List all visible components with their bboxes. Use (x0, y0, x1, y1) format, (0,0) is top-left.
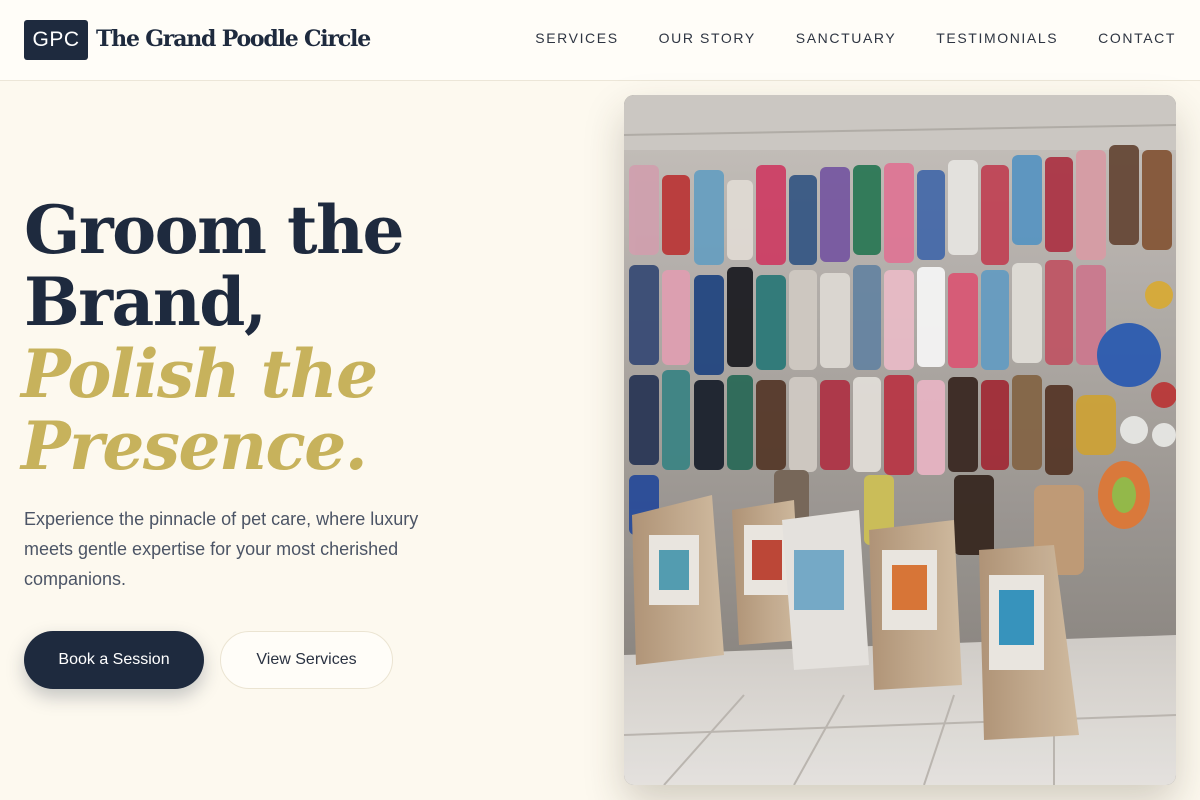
headline-accent-line: Presence. (21, 407, 368, 485)
view-services-button[interactable]: View Services (220, 631, 393, 689)
nav-services[interactable]: SERVICES (535, 30, 618, 46)
logo-badge[interactable]: GPC (24, 20, 88, 60)
nav-contact[interactable]: CONTACT (1098, 30, 1176, 46)
book-session-button[interactable]: Book a Session (24, 631, 204, 689)
hero-subtext: Experience the pinnacle of pet care, whe… (24, 509, 419, 589)
main-nav: SERVICES OUR STORY SANCTUARY TESTIMONIAL… (535, 30, 1176, 46)
site-header: GPC The Grand Poodle Circle SERVICES OUR… (0, 0, 1200, 81)
hero-photo (624, 95, 1176, 785)
pet-shop-photo (624, 95, 1176, 785)
brand-name[interactable]: The Grand Poodle Circle (96, 26, 371, 52)
headline-accent-line: Polish the (21, 335, 378, 413)
headline-line: Brand, (24, 263, 267, 341)
headline-line: Groom the (24, 191, 404, 269)
hero-headline: Groom the Brand, Polish the Presence. (21, 191, 404, 485)
nav-sanctuary[interactable]: SANCTUARY (796, 30, 897, 46)
nav-testimonials[interactable]: TESTIMONIALS (936, 30, 1058, 46)
nav-our-story[interactable]: OUR STORY (659, 30, 756, 46)
